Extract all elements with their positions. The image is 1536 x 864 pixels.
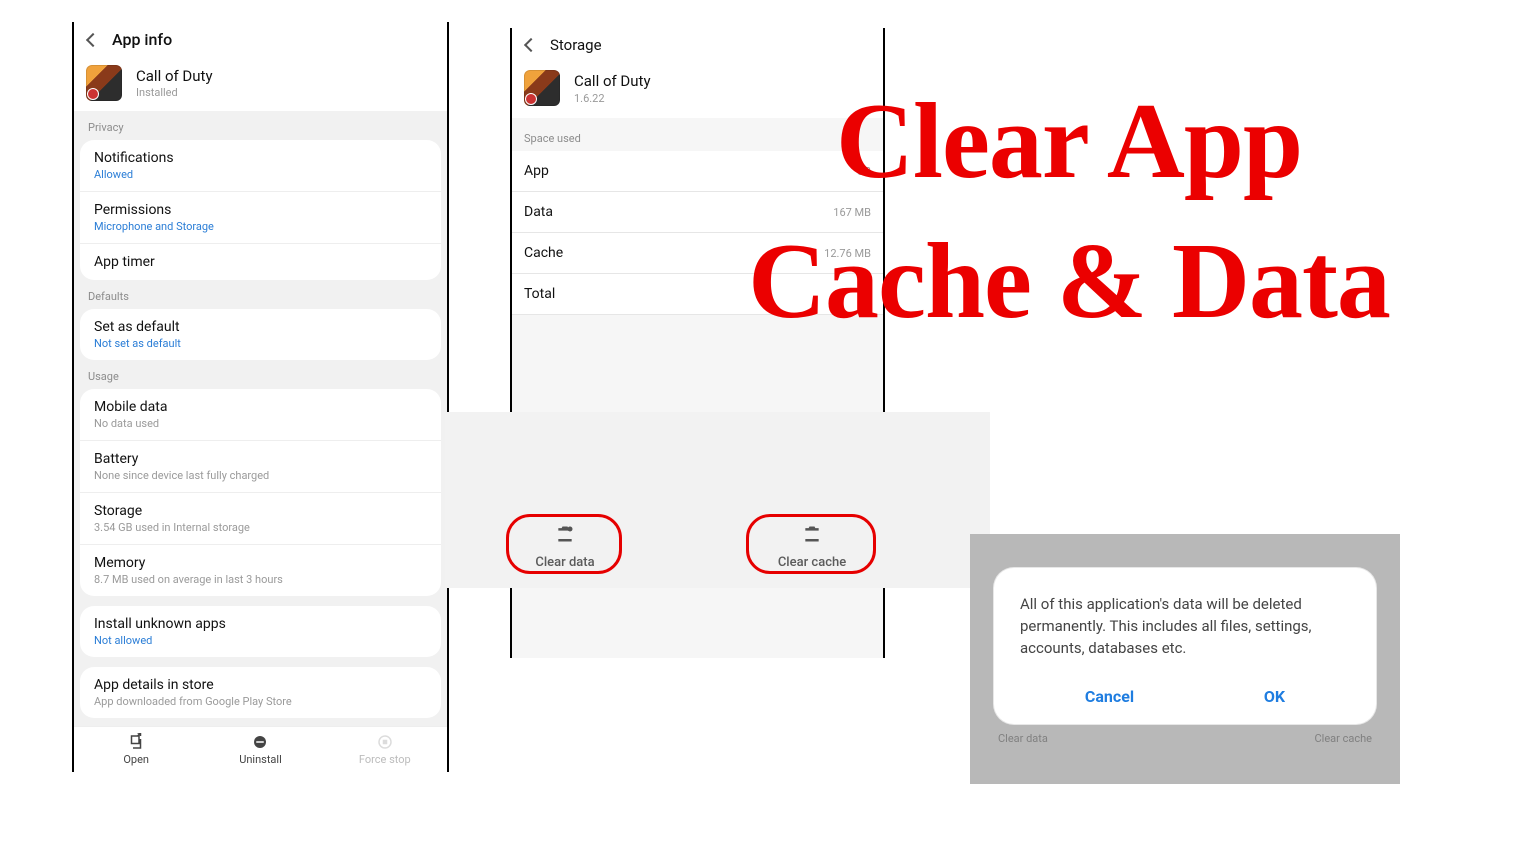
- usage-card: Mobile data No data used Battery None si…: [80, 389, 441, 596]
- back-icon[interactable]: [86, 32, 100, 46]
- cancel-button[interactable]: Cancel: [1085, 687, 1134, 706]
- row-install-unknown[interactable]: Install unknown apps Not allowed: [80, 606, 441, 657]
- app-icon: [524, 70, 560, 106]
- storage-header: Storage: [512, 28, 883, 64]
- row-storage[interactable]: Storage 3.54 GB used in Internal storage: [80, 493, 441, 545]
- minus-circle-icon: [251, 733, 269, 751]
- app-name: Call of Duty: [136, 67, 213, 85]
- app-info-screen: App info Call of Duty Installed Privacy …: [72, 22, 449, 772]
- storage-title: Storage: [550, 36, 602, 54]
- uninstall-button[interactable]: Uninstall: [198, 727, 322, 772]
- app-info-header: App info: [74, 22, 447, 59]
- open-icon: [127, 733, 145, 751]
- highlight-circle: [746, 514, 876, 574]
- row-permissions[interactable]: Permissions Microphone and Storage: [80, 192, 441, 244]
- row-notifications[interactable]: Notifications Allowed: [80, 140, 441, 192]
- clear-buttons-area: Clear data Clear cache: [510, 518, 955, 576]
- row-battery[interactable]: Battery None since device last fully cha…: [80, 441, 441, 493]
- section-usage-label: Usage: [74, 360, 447, 389]
- dialog-actions: Cancel OK: [1020, 687, 1350, 714]
- row-app-timer[interactable]: App timer: [80, 244, 441, 280]
- app-info-title: App info: [112, 30, 172, 49]
- force-stop-button: Force stop: [323, 727, 447, 772]
- stop-icon: [376, 733, 394, 751]
- confirm-dialog-panel: All of this application's data will be d…: [970, 534, 1400, 784]
- row-set-default[interactable]: Set as default Not set as default: [80, 309, 441, 360]
- highlight-circle: [506, 514, 622, 574]
- dialog-message: All of this application's data will be d…: [1020, 594, 1350, 659]
- confirm-dialog: All of this application's data will be d…: [994, 568, 1376, 724]
- section-defaults-label: Defaults: [74, 280, 447, 309]
- app-identity-block: Call of Duty Installed: [74, 59, 447, 111]
- headline-text: Clear App Cache & Data: [634, 72, 1504, 353]
- app-status: Installed: [136, 86, 213, 99]
- defaults-card: Set as default Not set as default: [80, 309, 441, 360]
- row-memory[interactable]: Memory 8.7 MB used on average in last 3 …: [80, 545, 441, 596]
- dialog-footer-ghost: Clear data Clear cache: [994, 732, 1376, 745]
- privacy-card: Notifications Allowed Permissions Microp…: [80, 140, 441, 280]
- ok-button[interactable]: OK: [1264, 687, 1285, 706]
- row-mobile-data[interactable]: Mobile data No data used: [80, 389, 441, 441]
- section-privacy-label: Privacy: [74, 111, 447, 140]
- row-app-details[interactable]: App details in store App downloaded from…: [80, 667, 441, 718]
- back-icon[interactable]: [524, 38, 538, 52]
- install-unknown-card: Install unknown apps Not allowed: [80, 606, 441, 657]
- open-button[interactable]: Open: [74, 727, 198, 772]
- app-details-card: App details in store App downloaded from…: [80, 667, 441, 718]
- bottom-action-bar: Open Uninstall Force stop: [74, 726, 447, 772]
- app-icon: [86, 65, 122, 101]
